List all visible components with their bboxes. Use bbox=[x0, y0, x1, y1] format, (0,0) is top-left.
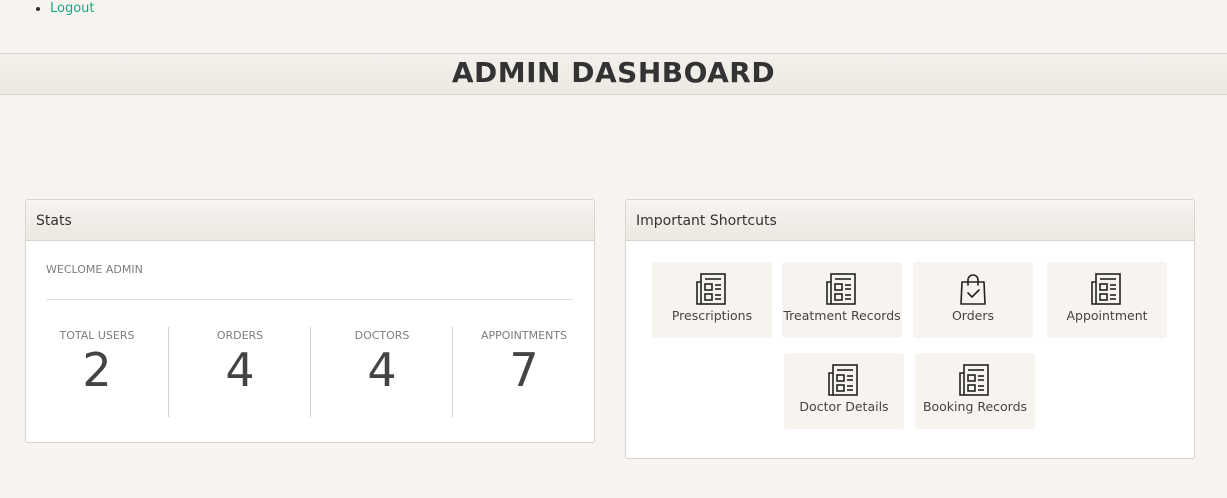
divider bbox=[46, 299, 573, 300]
shortcut-label: Doctor Details bbox=[799, 399, 889, 414]
shortcut-booking-records[interactable]: Booking Records bbox=[915, 353, 1035, 429]
newspaper-icon bbox=[1091, 273, 1121, 305]
stat-total-users: TOTAL USERS 2 bbox=[26, 327, 168, 417]
shortcut-label: Treatment Records bbox=[783, 308, 901, 323]
top-nav: Logout bbox=[32, 0, 95, 18]
stat-value: 4 bbox=[225, 343, 255, 397]
welcome-text: WECLOME ADMIN bbox=[46, 263, 143, 276]
stat-orders: ORDERS 4 bbox=[168, 327, 311, 417]
shopping-bag-icon bbox=[960, 274, 986, 305]
shortcut-orders[interactable]: Orders bbox=[913, 262, 1033, 338]
logout-link[interactable]: Logout bbox=[50, 1, 95, 16]
newspaper-icon bbox=[959, 364, 989, 396]
stat-label: ORDERS bbox=[216, 329, 264, 342]
stat-doctors: DOCTORS 4 bbox=[310, 327, 453, 417]
shortcut-label: Orders bbox=[951, 308, 995, 323]
shortcut-appointment[interactable]: Appointment bbox=[1047, 262, 1167, 338]
stat-value: 4 bbox=[367, 343, 397, 397]
stat-label: APPOINTMENTS bbox=[480, 329, 567, 342]
stat-label: TOTAL USERS bbox=[59, 329, 135, 342]
stat-value: 2 bbox=[82, 343, 112, 397]
shortcut-prescriptions[interactable]: Prescriptions bbox=[652, 262, 772, 338]
shortcut-label: Appointment bbox=[1066, 308, 1148, 323]
newspaper-icon bbox=[826, 273, 856, 305]
newspaper-icon bbox=[828, 364, 858, 396]
shortcuts-panel: Important Shortcuts Prescriptions Treatm… bbox=[625, 199, 1195, 459]
newspaper-icon bbox=[696, 273, 726, 305]
shortcut-label: Prescriptions bbox=[671, 308, 753, 323]
stat-label: DOCTORS bbox=[354, 329, 410, 342]
stats-panel: Stats WECLOME ADMIN TOTAL USERS 2 ORDERS… bbox=[25, 199, 595, 443]
page-title-bar: ADMIN DASHBOARD bbox=[0, 53, 1227, 95]
nav-item-logout: Logout bbox=[50, 0, 95, 18]
stats-panel-title: Stats bbox=[26, 200, 594, 241]
shortcut-doctor-details[interactable]: Doctor Details bbox=[784, 353, 904, 429]
shortcut-treatment-records[interactable]: Treatment Records bbox=[782, 262, 902, 338]
stat-value: 7 bbox=[509, 343, 539, 397]
shortcuts-panel-title: Important Shortcuts bbox=[626, 200, 1194, 241]
page-title: ADMIN DASHBOARD bbox=[451, 56, 776, 89]
shortcut-label: Booking Records bbox=[922, 399, 1028, 414]
stat-appointments: APPOINTMENTS 7 bbox=[452, 327, 595, 417]
